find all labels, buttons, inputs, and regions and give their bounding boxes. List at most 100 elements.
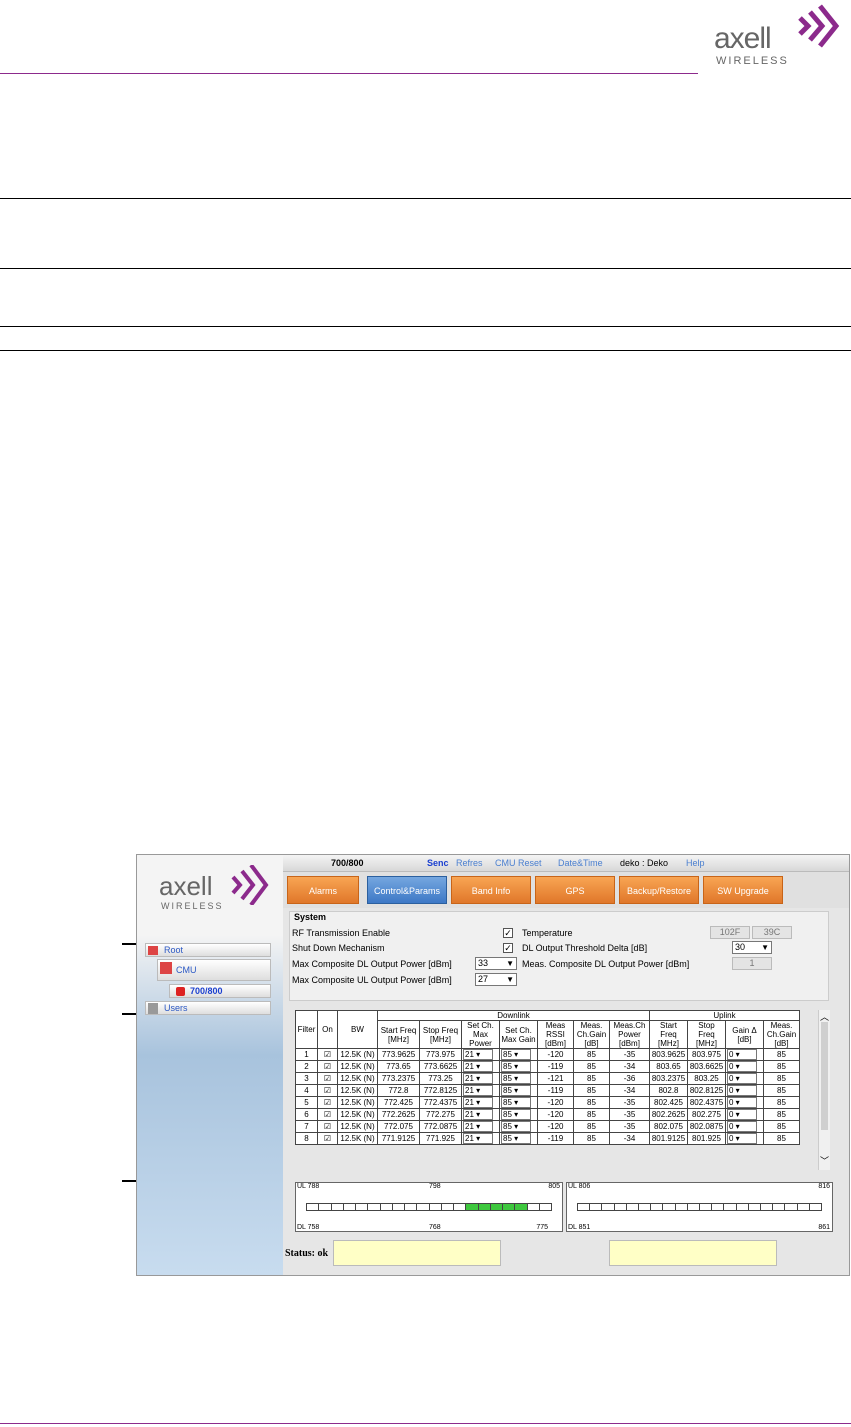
band-cell [590, 1203, 603, 1211]
band-right-ul-start: UL 806 [568, 1183, 591, 1190]
scroll-thumb[interactable] [821, 1022, 828, 1130]
scroll-down-icon[interactable]: ﹀ [819, 1154, 830, 1166]
tab-alarms[interactable]: Alarms [287, 876, 359, 904]
refresh-button[interactable]: Refres [456, 858, 483, 868]
set-max-gain-select[interactable]: 85 ▾ [499, 1096, 538, 1109]
on-checkbox[interactable]: ☑ [317, 1120, 338, 1133]
dl-stop-freq-cell: 773.975 [419, 1048, 462, 1061]
tree-item-cmu[interactable]: CMU [157, 959, 271, 981]
set-max-power-select[interactable]: 21 ▾ [461, 1048, 500, 1061]
set-max-power-select[interactable]: 21 ▾ [461, 1072, 500, 1085]
ul-stop-freq-cell: 802.4375 [687, 1096, 726, 1109]
tree-item-users[interactable]: Users [145, 1001, 271, 1015]
status-text: Status: ok [285, 1248, 329, 1259]
tree-item-root-label: Root [164, 945, 184, 955]
dl-start-freq-cell: 772.425 [377, 1096, 420, 1109]
gain-delta-select[interactable]: 0 ▾ [725, 1072, 764, 1085]
gain-delta-select[interactable]: 0 ▾ [725, 1132, 764, 1145]
set-max-gain-select[interactable]: 85 ▾ [499, 1072, 538, 1085]
col-ul-meas-gain: Meas. Ch.Gain [dB] [763, 1020, 800, 1049]
on-checkbox[interactable]: ☑ [317, 1060, 338, 1073]
set-max-gain-select[interactable]: 85 ▾ [499, 1048, 538, 1061]
tab-gps[interactable]: GPS [535, 876, 615, 904]
gain-delta-select[interactable]: 0 ▾ [725, 1108, 764, 1121]
tree-item-device-label: 700/800 [190, 986, 223, 996]
tab-sw-upgrade[interactable]: SW Upgrade [703, 876, 783, 904]
set-max-gain-select[interactable]: 85 ▾ [499, 1084, 538, 1097]
band-cell [405, 1203, 418, 1211]
gain-delta-select[interactable]: 0 ▾ [725, 1048, 764, 1061]
dl-threshold-select[interactable]: 30 ▼ [732, 941, 772, 954]
on-checkbox[interactable]: ☑ [317, 1096, 338, 1109]
tab-control-params[interactable]: Control&Params [367, 876, 447, 904]
gain-delta-select[interactable]: 0 ▾ [725, 1084, 764, 1097]
on-checkbox[interactable]: ☑ [317, 1108, 338, 1121]
meas-ch-gain-cell: 85 [573, 1096, 610, 1109]
bw-cell: 12.5K (N) [337, 1132, 378, 1145]
band-cell [809, 1203, 823, 1211]
rf-enable-checkbox[interactable]: ✓ [503, 928, 513, 938]
col-meas-ch-gain: Meas. Ch.Gain [dB] [573, 1020, 610, 1049]
set-max-power-select[interactable]: 21 ▾ [461, 1108, 500, 1121]
table-rule [0, 198, 851, 199]
dl-stop-freq-cell: 773.6625 [419, 1060, 462, 1073]
meas-ch-gain-cell: 85 [573, 1072, 610, 1085]
scroll-up-icon[interactable]: ︿ [819, 1010, 830, 1022]
meas-rssi-cell: -119 [537, 1132, 574, 1145]
on-checkbox[interactable]: ☑ [317, 1072, 338, 1085]
max-dl-select[interactable]: 33 ▼ [475, 957, 517, 970]
set-max-power-select[interactable]: 21 ▾ [461, 1120, 500, 1133]
set-max-gain-select[interactable]: 85 ▾ [499, 1132, 538, 1145]
temp-c-value: 39C [752, 926, 792, 939]
ul-start-freq-cell: 802.075 [649, 1120, 688, 1133]
cmu-reset-button[interactable]: CMU Reset [495, 858, 542, 868]
band-cell [417, 1203, 430, 1211]
table-scrollbar[interactable]: ︿ ﹀ [818, 1010, 830, 1170]
gain-delta-select[interactable]: 0 ▾ [725, 1096, 764, 1109]
dl-start-freq-cell: 773.9625 [377, 1048, 420, 1061]
send-button[interactable]: Senc [427, 858, 449, 868]
chevron-down-icon: ▼ [506, 959, 514, 968]
col-ul-stop-freq: Stop Freq [MHz] [687, 1020, 726, 1049]
meas-rssi-cell: -120 [537, 1120, 574, 1133]
set-max-power-select[interactable]: 21 ▾ [461, 1132, 500, 1145]
temp-f-value: 102F [710, 926, 750, 939]
on-checkbox[interactable]: ☑ [317, 1084, 338, 1097]
band-cell [306, 1203, 320, 1211]
band-left-ul-end: 805 [548, 1183, 560, 1190]
gain-delta-select[interactable]: 0 ▾ [725, 1120, 764, 1133]
dl-start-freq-cell: 772.075 [377, 1120, 420, 1133]
set-max-gain-select[interactable]: 85 ▾ [499, 1060, 538, 1073]
ul-stop-freq-cell: 802.275 [687, 1108, 726, 1121]
band-cell [490, 1203, 503, 1211]
tab-band-info[interactable]: Band Info [451, 876, 531, 904]
set-max-gain-select[interactable]: 85 ▾ [499, 1108, 538, 1121]
on-checkbox[interactable]: ☑ [317, 1048, 338, 1061]
set-max-power-select[interactable]: 21 ▾ [461, 1096, 500, 1109]
tree-item-root[interactable]: Root [145, 943, 271, 957]
set-max-power-select[interactable]: 21 ▾ [461, 1060, 500, 1073]
tab-bar: Alarms Control&Params Band Info GPS Back… [283, 872, 849, 908]
status-box-left [333, 1240, 501, 1266]
users-icon [148, 1003, 158, 1014]
band-cell [639, 1203, 652, 1211]
gain-delta-select[interactable]: 0 ▾ [725, 1060, 764, 1073]
set-max-power-select[interactable]: 21 ▾ [461, 1084, 500, 1097]
table-rule [0, 350, 851, 351]
datetime-button[interactable]: Date&Time [558, 858, 603, 868]
ul-start-freq-cell: 802.2625 [649, 1108, 688, 1121]
tree-item-device[interactable]: 700/800 [169, 984, 271, 998]
cmu-icon [160, 962, 172, 974]
tree-item-users-label: Users [164, 1003, 188, 1013]
max-ul-select[interactable]: 27 ▼ [475, 973, 517, 986]
filter-number: 8 [295, 1132, 318, 1145]
on-checkbox[interactable]: ☑ [317, 1132, 338, 1145]
dl-start-freq-cell: 773.65 [377, 1060, 420, 1073]
set-max-gain-select[interactable]: 85 ▾ [499, 1120, 538, 1133]
tab-backup-restore[interactable]: Backup/Restore [619, 876, 699, 904]
help-link[interactable]: Help [686, 858, 705, 868]
shutdown-checkbox[interactable]: ✓ [503, 943, 513, 953]
band-cell [539, 1203, 552, 1211]
sidebar: axell WIRELESS Root CMU 700/800 Users [137, 855, 283, 1275]
bw-cell: 12.5K (N) [337, 1108, 378, 1121]
